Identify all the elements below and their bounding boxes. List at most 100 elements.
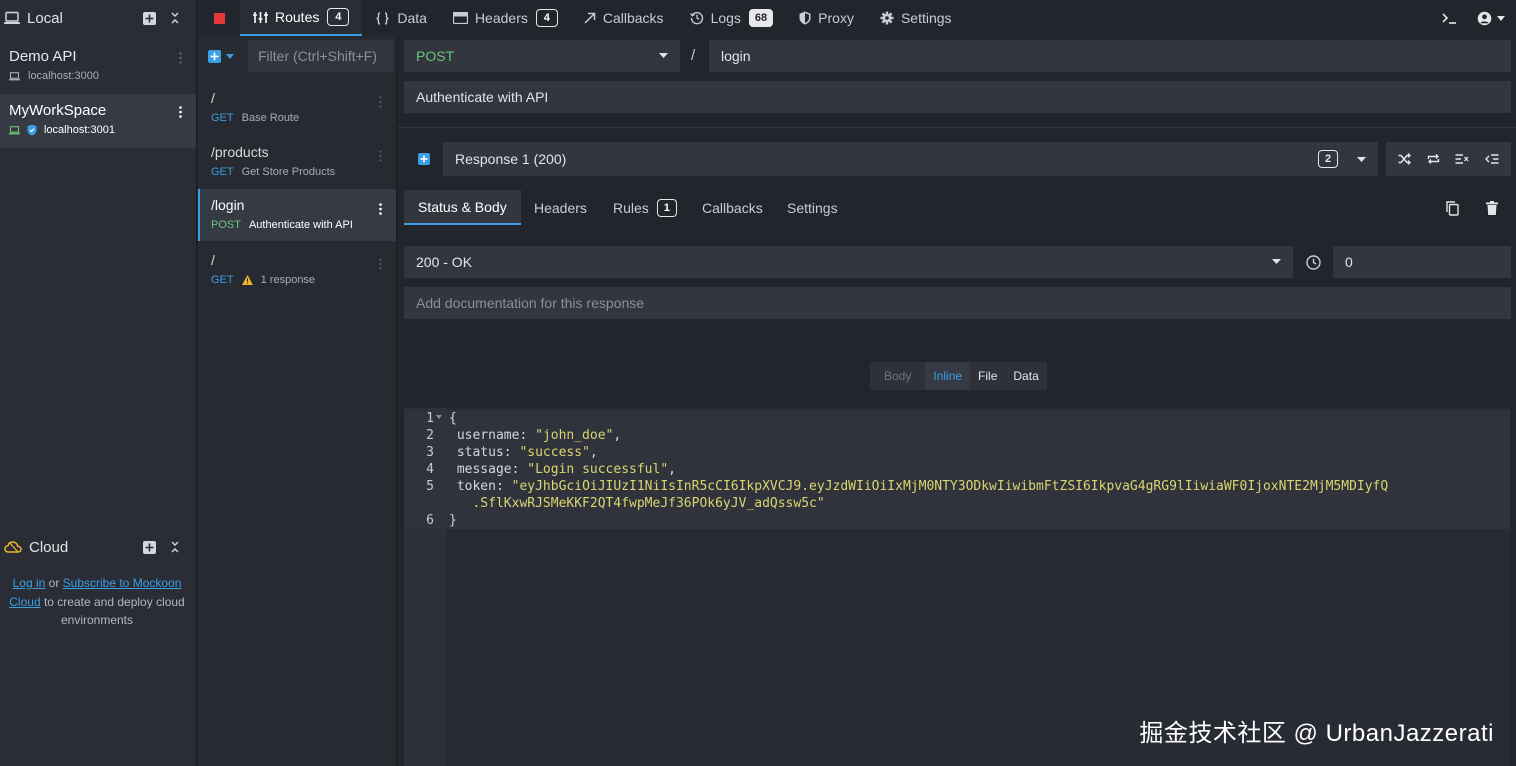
code-line: 6 } — [404, 512, 1510, 529]
response-mode-toolbar — [1386, 142, 1511, 176]
cloud-header: Cloud — [0, 529, 196, 565]
watermark: 掘金技术社区 @ UrbanJazzerati — [1139, 720, 1494, 747]
laptop-icon — [4, 11, 20, 25]
local-header: Local — [0, 0, 196, 36]
method-label: GET — [211, 274, 234, 286]
route-item[interactable]: / GET Base Route — [198, 82, 396, 134]
code-line-wrapped: .SflKxwRJSMeKKF2QT4fwpMeJf36POk6yJV_adQs… — [404, 495, 1510, 512]
tab-settings[interactable]: Settings — [867, 1, 965, 35]
add-environment-button[interactable] — [136, 5, 162, 31]
caret-down-icon — [659, 53, 668, 58]
tab-data[interactable]: Data — [362, 1, 440, 35]
environment-item-demo-api[interactable]: Demo API localhost:3000 — [0, 40, 196, 94]
logs-count-badge: 68 — [748, 9, 774, 27]
rules-fallback-icon[interactable] — [1485, 153, 1499, 165]
terminal-button[interactable] — [1432, 0, 1466, 36]
tab-rules[interactable]: Rules 1 — [599, 190, 691, 225]
clock-icon — [1306, 255, 1321, 270]
route-item[interactable]: / GET 1 response — [198, 244, 396, 296]
environment-name: MyWorkSpace — [9, 102, 107, 119]
tab-proxy[interactable]: Proxy — [786, 1, 867, 35]
cloud-title: Cloud — [29, 538, 69, 556]
account-menu-button[interactable] — [1466, 0, 1516, 36]
code-line: 5 token: "eyJhbGciOiJIUzI1NiIsInR5cCI6Ik… — [404, 478, 1510, 495]
laptop-icon — [9, 125, 20, 135]
response-count-badge: 2 — [1318, 150, 1338, 168]
body-mode-data[interactable]: Data — [1005, 362, 1046, 390]
warning-icon — [241, 275, 253, 285]
route-item[interactable]: /products GET Get Store Products — [198, 136, 396, 188]
caret-down-icon — [226, 54, 234, 59]
environment-host: localhost:3001 — [44, 124, 115, 136]
body-mode-file[interactable]: File — [970, 362, 1005, 390]
path-separator: / — [691, 47, 696, 64]
repeat-icon[interactable] — [1427, 153, 1440, 165]
code-line: 1 { — [404, 410, 1510, 427]
add-route-button[interactable] — [208, 50, 234, 63]
fold-arrow-icon[interactable] — [436, 415, 442, 419]
body-mode-inline[interactable]: Inline — [925, 362, 971, 390]
divider — [398, 127, 1516, 128]
tab-routes[interactable]: Routes 4 — [240, 0, 363, 36]
routes-count-badge: 4 — [327, 8, 350, 26]
caret-down-icon — [1272, 259, 1281, 264]
laptop-icon — [9, 71, 20, 81]
plus-square-icon — [418, 153, 430, 165]
add-response-button[interactable] — [418, 153, 430, 165]
tab-response-headers[interactable]: Headers — [520, 190, 601, 225]
kebab-menu-icon[interactable] — [179, 106, 182, 118]
collapse-icon[interactable] — [162, 534, 188, 560]
arrow-up-right-icon — [584, 12, 603, 24]
response-documentation-input[interactable]: Add documentation for this response — [404, 287, 1511, 319]
add-cloud-environment-button[interactable] — [136, 534, 162, 560]
kebab-menu-icon[interactable] — [379, 203, 382, 215]
body-mode-selector: Body Inline File Data — [870, 362, 1047, 390]
headers-count-badge: 4 — [535, 9, 558, 27]
rules-count-badge: 1 — [656, 198, 677, 217]
routes-panel: / GETBase Route /products GETGet Store P… — [198, 36, 397, 766]
kebab-menu-icon[interactable] — [379, 150, 382, 162]
stop-icon — [213, 12, 225, 24]
environment-host: localhost:3000 — [28, 70, 99, 82]
stop-server-button[interactable] — [198, 0, 240, 36]
route-path-input[interactable]: login — [709, 40, 1511, 72]
route-documentation-input[interactable]: Authenticate with API — [404, 81, 1511, 113]
response-select[interactable]: Response 1 (200) 2 — [443, 142, 1378, 176]
kebab-menu-icon[interactable] — [379, 96, 382, 108]
sequential-list-icon[interactable] — [1455, 153, 1469, 165]
plus-square-icon — [208, 50, 221, 63]
tab-status-body[interactable]: Status & Body — [404, 190, 521, 225]
local-title: Local — [27, 9, 63, 27]
kebab-menu-icon[interactable] — [379, 258, 382, 270]
code-line: 3 status: "success", — [404, 444, 1510, 461]
environment-item-myworkspace[interactable]: MyWorkSpace localhost:3001 — [0, 94, 196, 148]
tab-response-settings[interactable]: Settings — [773, 190, 852, 225]
route-item-active[interactable]: /login POST Authenticate with API — [198, 189, 396, 241]
method-label: POST — [211, 219, 241, 231]
shield-icon — [27, 124, 37, 136]
body-mode-label: Body — [884, 369, 912, 383]
history-icon — [689, 11, 711, 25]
code-line: 2 username: "john_doe", — [404, 427, 1510, 444]
copy-icon[interactable] — [1446, 201, 1459, 216]
code-line: 4 message: "Login successful", — [404, 461, 1510, 478]
tab-headers[interactable]: Headers 4 — [440, 1, 571, 35]
caret-down-icon — [1357, 157, 1366, 162]
tab-response-callbacks[interactable]: Callbacks — [688, 190, 777, 225]
route-filter-input[interactable] — [248, 40, 394, 72]
tab-callbacks[interactable]: Callbacks — [571, 1, 677, 35]
status-code-select[interactable]: 200 - OK — [404, 246, 1293, 278]
latency-input[interactable]: 0 — [1333, 246, 1511, 278]
trash-icon[interactable] — [1486, 201, 1498, 215]
method-select[interactable]: POST — [404, 40, 680, 72]
tab-logs[interactable]: Logs 68 — [677, 1, 787, 35]
gear-icon — [880, 11, 901, 25]
kebab-menu-icon[interactable] — [179, 52, 182, 64]
shuffle-icon[interactable] — [1398, 153, 1411, 165]
login-link[interactable]: Log in — [13, 576, 46, 590]
routes-icon — [253, 11, 275, 24]
collapse-icon[interactable] — [162, 5, 188, 31]
caret-down-icon — [1497, 15, 1505, 21]
method-label: GET — [211, 166, 234, 178]
shield-icon — [799, 11, 818, 25]
